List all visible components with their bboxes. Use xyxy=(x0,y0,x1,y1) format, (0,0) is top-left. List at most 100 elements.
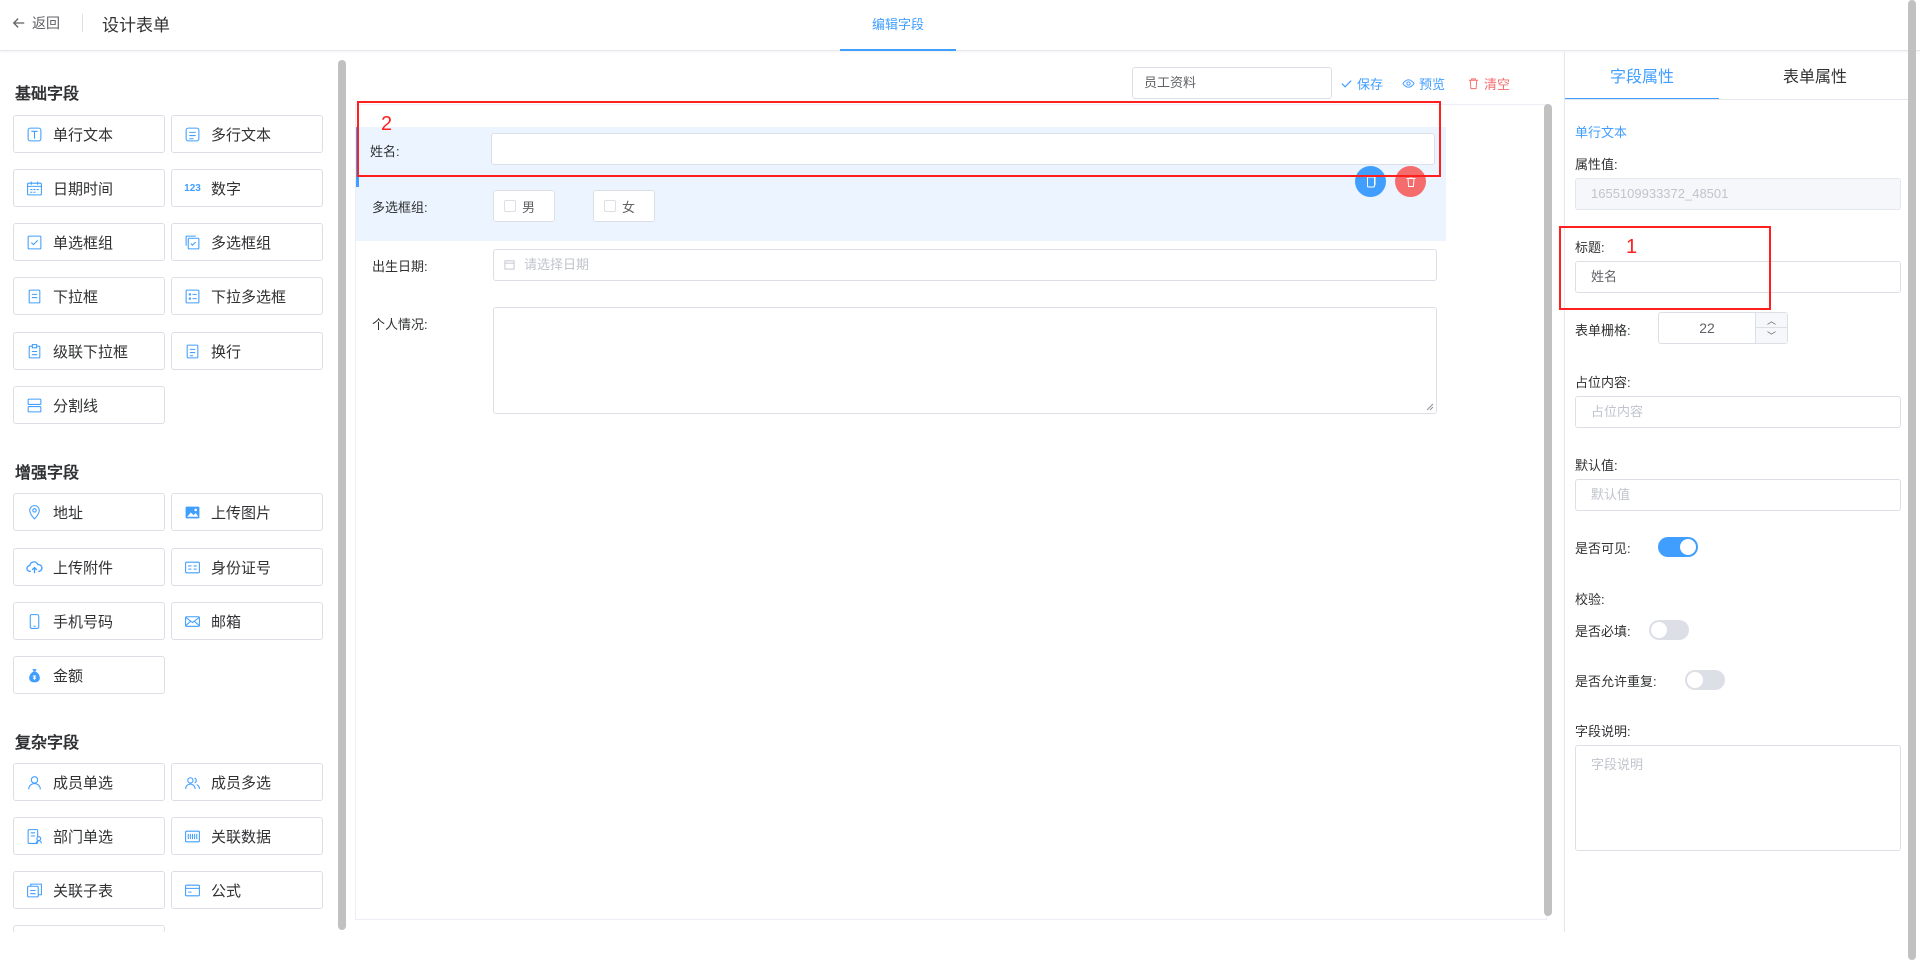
annotation-box-1 xyxy=(1559,226,1771,310)
unique-label: 是否允许重复: xyxy=(1575,674,1657,689)
checkbox-box xyxy=(604,200,616,212)
tabs-divider xyxy=(1565,99,1911,100)
group-title-complex: 复杂字段 xyxy=(15,735,80,752)
checkbox-label: 女 xyxy=(622,199,636,215)
canvas-scrollbar[interactable] xyxy=(1544,104,1552,916)
palette-item-address[interactable]: 地址 xyxy=(13,493,165,531)
checkbox-female[interactable]: 女 xyxy=(593,190,655,222)
visible-switch[interactable] xyxy=(1658,537,1698,557)
palette-item-related-data[interactable]: 关联数据 xyxy=(171,817,323,855)
palette-item-label: 单行文本 xyxy=(53,126,114,144)
palette-item-phone[interactable]: 手机号码 xyxy=(13,602,165,640)
palette-item-label: 日期时间 xyxy=(53,180,114,198)
annotation-number-1: 1 xyxy=(1626,236,1638,258)
image-icon xyxy=(184,504,201,521)
palette-item-cascader[interactable]: 级联下拉框 xyxy=(13,332,165,370)
save-button[interactable]: 保存 xyxy=(1340,74,1383,93)
back-button[interactable]: 返回 xyxy=(12,13,60,33)
palette-item-label: 公式 xyxy=(211,882,242,900)
checkbox-male[interactable]: 男 xyxy=(493,190,555,222)
field-palette: 基础字段 单行文本 多行文本 日期时间 123 数字 单选框组 多选框组 下拉框… xyxy=(0,52,336,932)
number-icon: 123 xyxy=(184,182,201,194)
palette-item-datetime[interactable]: 日期时间 xyxy=(13,169,165,207)
palette-item-id-number[interactable]: 身份证号 xyxy=(171,548,323,586)
resize-handle-icon[interactable] xyxy=(1426,403,1434,411)
page-title: 设计表单 xyxy=(102,16,170,35)
user-icon xyxy=(26,774,43,791)
tab-form-properties[interactable]: 表单属性 xyxy=(1719,52,1911,100)
checkbox-label: 男 xyxy=(522,199,536,215)
palette-item-checkbox-group[interactable]: 多选框组 xyxy=(171,223,323,261)
switch-knob xyxy=(1680,539,1696,555)
placeholder-input[interactable]: 占位内容 xyxy=(1575,396,1901,428)
palette-item-label: 数字 xyxy=(211,180,242,198)
palette-item-dropdown[interactable]: 下拉框 xyxy=(13,277,165,315)
location-pin-icon xyxy=(26,504,43,521)
checkbox-box xyxy=(504,200,516,212)
palette-item-label: 换行 xyxy=(211,343,242,361)
palette-item-related-subtable[interactable]: 关联子表 xyxy=(13,871,165,909)
radio-group-icon xyxy=(26,234,43,251)
palette-item-label: 单选框组 xyxy=(53,234,114,252)
palette-item-member-single[interactable]: 成员单选 xyxy=(13,763,165,801)
palette-item-label: 关联数据 xyxy=(211,828,272,846)
form-name-input[interactable]: 员工资料 xyxy=(1132,67,1332,99)
palette-item-label: 金额 xyxy=(53,667,84,685)
required-switch[interactable] xyxy=(1649,620,1689,640)
personal-textarea[interactable] xyxy=(493,307,1437,414)
top-header: 返回 设计表单 编辑字段 xyxy=(0,0,1920,51)
placeholder-label: 占位内容: xyxy=(1575,375,1631,390)
palette-item-email[interactable]: 邮箱 xyxy=(171,602,323,640)
palette-item-single-line-text[interactable]: 单行文本 xyxy=(13,115,165,153)
palette-item-multi-dropdown[interactable]: 下拉多选框 xyxy=(171,277,323,315)
trash-icon xyxy=(1468,78,1479,90)
birth-date-input[interactable]: 请选择日期 xyxy=(493,249,1437,281)
back-label: 返回 xyxy=(32,15,60,31)
palette-item-partial xyxy=(13,925,165,932)
palette-item-label: 关联子表 xyxy=(53,882,114,900)
switch-knob xyxy=(1651,622,1667,638)
clear-button[interactable]: 清空 xyxy=(1467,74,1510,93)
preview-button[interactable]: 预览 xyxy=(1402,74,1445,93)
save-label: 保存 xyxy=(1357,77,1384,92)
grid-value[interactable]: 22 xyxy=(1659,313,1755,343)
palette-item-label: 多选框组 xyxy=(211,234,272,252)
preview-label: 预览 xyxy=(1419,77,1446,92)
description-textarea[interactable]: 字段说明 xyxy=(1575,745,1901,851)
palette-item-upload-attachment[interactable]: 上传附件 xyxy=(13,548,165,586)
tab-field-properties[interactable]: 字段属性 xyxy=(1565,52,1719,100)
palette-item-label: 下拉框 xyxy=(53,288,99,306)
palette-item-amount[interactable]: 金额 xyxy=(13,656,165,694)
palette-item-line-break[interactable]: 换行 xyxy=(171,332,323,370)
properties-panel: 字段属性 表单属性 单行文本 属性值: 1655109933372_48501 … xyxy=(1564,52,1911,932)
single-line-text-icon xyxy=(26,126,43,143)
palette-item-multi-line-text[interactable]: 多行文本 xyxy=(171,115,323,153)
palette-item-label: 上传图片 xyxy=(211,504,272,522)
right-scrollbar[interactable] xyxy=(1908,0,1916,960)
palette-item-member-multi[interactable]: 成员多选 xyxy=(171,763,323,801)
unique-switch[interactable] xyxy=(1685,670,1725,690)
palette-item-formula[interactable]: 公式 xyxy=(171,871,323,909)
dropdown-icon xyxy=(26,288,43,305)
arrow-left-icon xyxy=(12,18,25,28)
cascader-icon xyxy=(26,343,43,360)
left-scrollbar[interactable] xyxy=(338,60,346,930)
palette-item-label: 成员单选 xyxy=(53,774,114,792)
calendar-icon xyxy=(504,260,515,270)
palette-item-upload-image[interactable]: 上传图片 xyxy=(171,493,323,531)
attr-value-label: 属性值: xyxy=(1575,157,1618,172)
palette-item-divider[interactable]: 分割线 xyxy=(13,386,165,424)
calendar-icon xyxy=(26,180,43,197)
decrease-button[interactable]: ﹀ xyxy=(1756,328,1787,343)
multi-dropdown-icon xyxy=(184,288,201,305)
description-label: 字段说明: xyxy=(1575,724,1631,739)
default-input[interactable]: 默认值 xyxy=(1575,479,1901,511)
increase-button[interactable]: ︿ xyxy=(1756,313,1787,328)
tab-edit-fields[interactable]: 编辑字段 xyxy=(840,0,956,51)
palette-item-department-single[interactable]: 部门单选 xyxy=(13,817,165,855)
id-card-icon xyxy=(184,559,201,576)
grid-stepper[interactable]: 22 ︿ ﹀ xyxy=(1658,312,1788,344)
palette-item-radio-group[interactable]: 单选框组 xyxy=(13,223,165,261)
palette-item-number[interactable]: 123 数字 xyxy=(171,169,323,207)
multi-line-text-icon xyxy=(184,126,201,143)
